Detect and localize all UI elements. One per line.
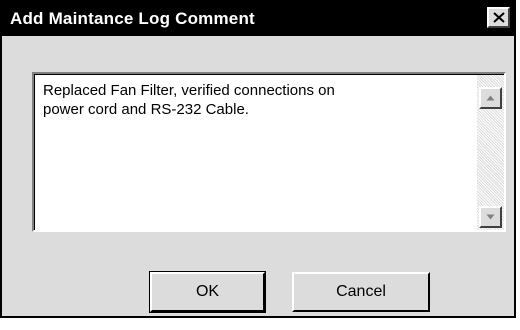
add-log-comment-dialog: Add Maintance Log Comment Replaced Fan F… [0, 0, 516, 318]
close-x-icon [492, 12, 505, 23]
ok-button[interactable]: OK [149, 271, 266, 313]
scroll-up-arrow-icon [486, 95, 495, 101]
close-button[interactable] [487, 7, 510, 28]
vertical-scrollbar[interactable] [477, 75, 504, 230]
comment-textarea[interactable]: Replaced Fan Filter, verified connection… [34, 74, 504, 230]
scroll-down-arrow-icon [486, 214, 495, 220]
comment-text[interactable]: Replaced Fan Filter, verified connection… [43, 81, 453, 119]
dialog-title: Add Maintance Log Comment [10, 9, 255, 28]
comment-field[interactable]: Replaced Fan Filter, verified connection… [32, 72, 506, 232]
cancel-button[interactable]: Cancel [292, 272, 430, 312]
scroll-down-button[interactable] [479, 206, 502, 228]
dialog-titlebar[interactable]: Add Maintance Log Comment [2, 2, 514, 36]
scroll-up-button[interactable] [479, 87, 502, 109]
